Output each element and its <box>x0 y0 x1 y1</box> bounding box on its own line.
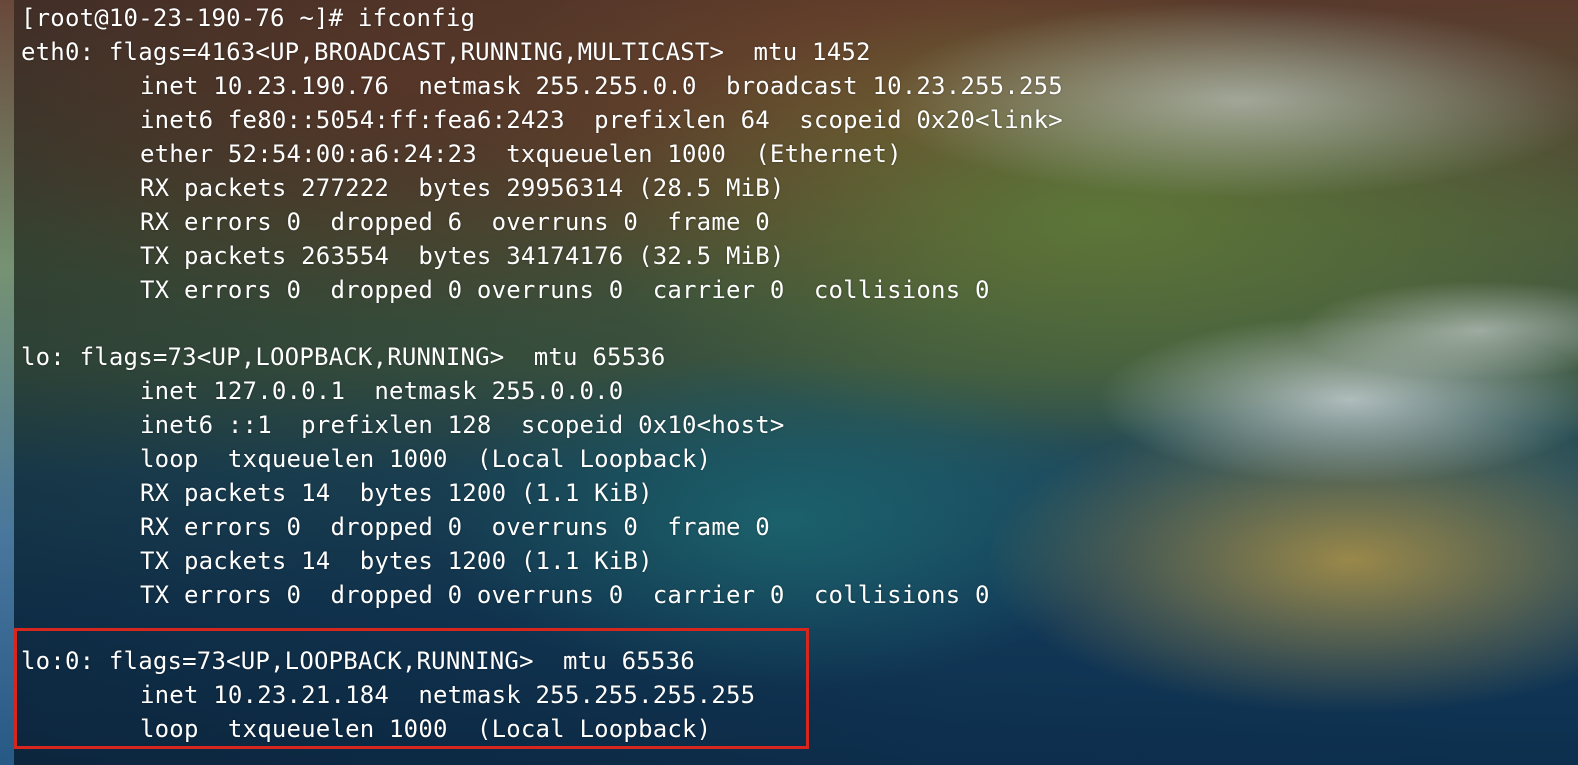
window-edge <box>0 0 14 765</box>
eth0-line: TX packets 263554 bytes 34174176 (32.5 M… <box>140 242 785 270</box>
lo-line: inet 127.0.0.1 netmask 255.0.0.0 <box>140 377 624 405</box>
lo-line: TX errors 0 dropped 0 overruns 0 carrier… <box>140 581 990 609</box>
eth0-line: inet6 fe80::5054:ff:fea6:2423 prefixlen … <box>140 106 1063 134</box>
lo-line: TX packets 14 bytes 1200 (1.1 KiB) <box>140 547 653 575</box>
red-highlight-box <box>14 628 809 749</box>
eth0-line: TX errors 0 dropped 0 overruns 0 carrier… <box>140 276 990 304</box>
command-prompt: [root@10-23-190-76 ~]# ifconfig <box>21 4 476 32</box>
lo-line: loop txqueuelen 1000 (Local Loopback) <box>140 445 712 473</box>
eth0-line: RX packets 277222 bytes 29956314 (28.5 M… <box>140 174 785 202</box>
lo-line: RX errors 0 dropped 0 overruns 0 frame 0 <box>140 513 770 541</box>
eth0-line: inet 10.23.190.76 netmask 255.255.0.0 br… <box>140 72 1063 100</box>
eth0-line: ether 52:54:00:a6:24:23 txqueuelen 1000 … <box>140 140 902 168</box>
lo-line: RX packets 14 bytes 1200 (1.1 KiB) <box>140 479 653 507</box>
lo-header: lo: flags=73<UP,LOOPBACK,RUNNING> mtu 65… <box>21 343 666 371</box>
eth0-header: eth0: flags=4163<UP,BROADCAST,RUNNING,MU… <box>21 38 871 66</box>
eth0-line: RX errors 0 dropped 6 overruns 0 frame 0 <box>140 208 770 236</box>
lo-line: inet6 ::1 prefixlen 128 scopeid 0x10<hos… <box>140 411 785 439</box>
